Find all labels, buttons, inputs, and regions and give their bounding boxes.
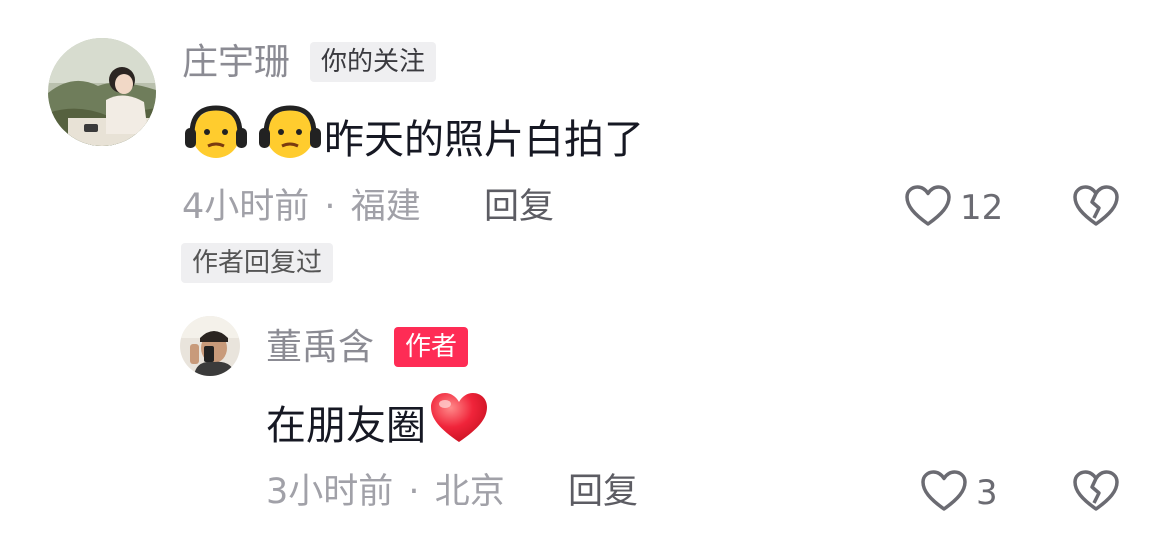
comment-text: 昨天的照片白拍了	[324, 116, 644, 163]
reply-meta: 3小时前 · 北京	[266, 470, 505, 514]
reply-like-count: 3	[976, 473, 998, 513]
reply-location: 北京	[434, 472, 505, 512]
reply-like-button[interactable]: 3	[920, 469, 998, 517]
broken-heart-icon	[1072, 470, 1120, 517]
commenter-avatar[interactable]	[48, 38, 156, 146]
comment-text-row: 昨天的照片白拍了	[182, 104, 644, 175]
comment-location: 福建	[350, 187, 421, 227]
meta-separator: ·	[324, 187, 336, 227]
reply-text-row: 在朋友圈	[266, 390, 490, 461]
headphone-sad-emoji-icon	[256, 104, 324, 175]
reply-username[interactable]: 董禹含	[266, 328, 374, 368]
reply-author-avatar[interactable]	[180, 316, 240, 376]
dislike-button[interactable]	[1072, 184, 1120, 232]
red-heart-emoji-icon	[428, 390, 490, 461]
heart-outline-icon	[920, 469, 968, 517]
headphone-sad-emoji-icon	[182, 104, 250, 175]
reply-button[interactable]: 回复	[484, 185, 554, 229]
reply-dislike-button[interactable]	[1072, 469, 1120, 517]
author-replied-tag: 作者回复过	[181, 243, 334, 283]
author-badge: 作者	[394, 327, 469, 367]
reply-text: 在朋友圈	[266, 402, 426, 449]
comment-time: 4小时前	[182, 187, 310, 227]
reply-time: 3小时前	[266, 472, 394, 512]
like-count: 12	[960, 188, 1004, 228]
follow-tag: 你的关注	[310, 42, 437, 82]
like-button[interactable]: 12	[904, 184, 1003, 232]
heart-outline-icon	[904, 184, 952, 232]
reply-reply-button[interactable]: 回复	[568, 470, 638, 514]
meta-separator: ·	[408, 472, 420, 512]
comment-meta: 4小时前 · 福建	[182, 185, 421, 229]
commenter-username[interactable]: 庄宇珊	[182, 43, 290, 83]
broken-heart-icon	[1072, 185, 1120, 232]
